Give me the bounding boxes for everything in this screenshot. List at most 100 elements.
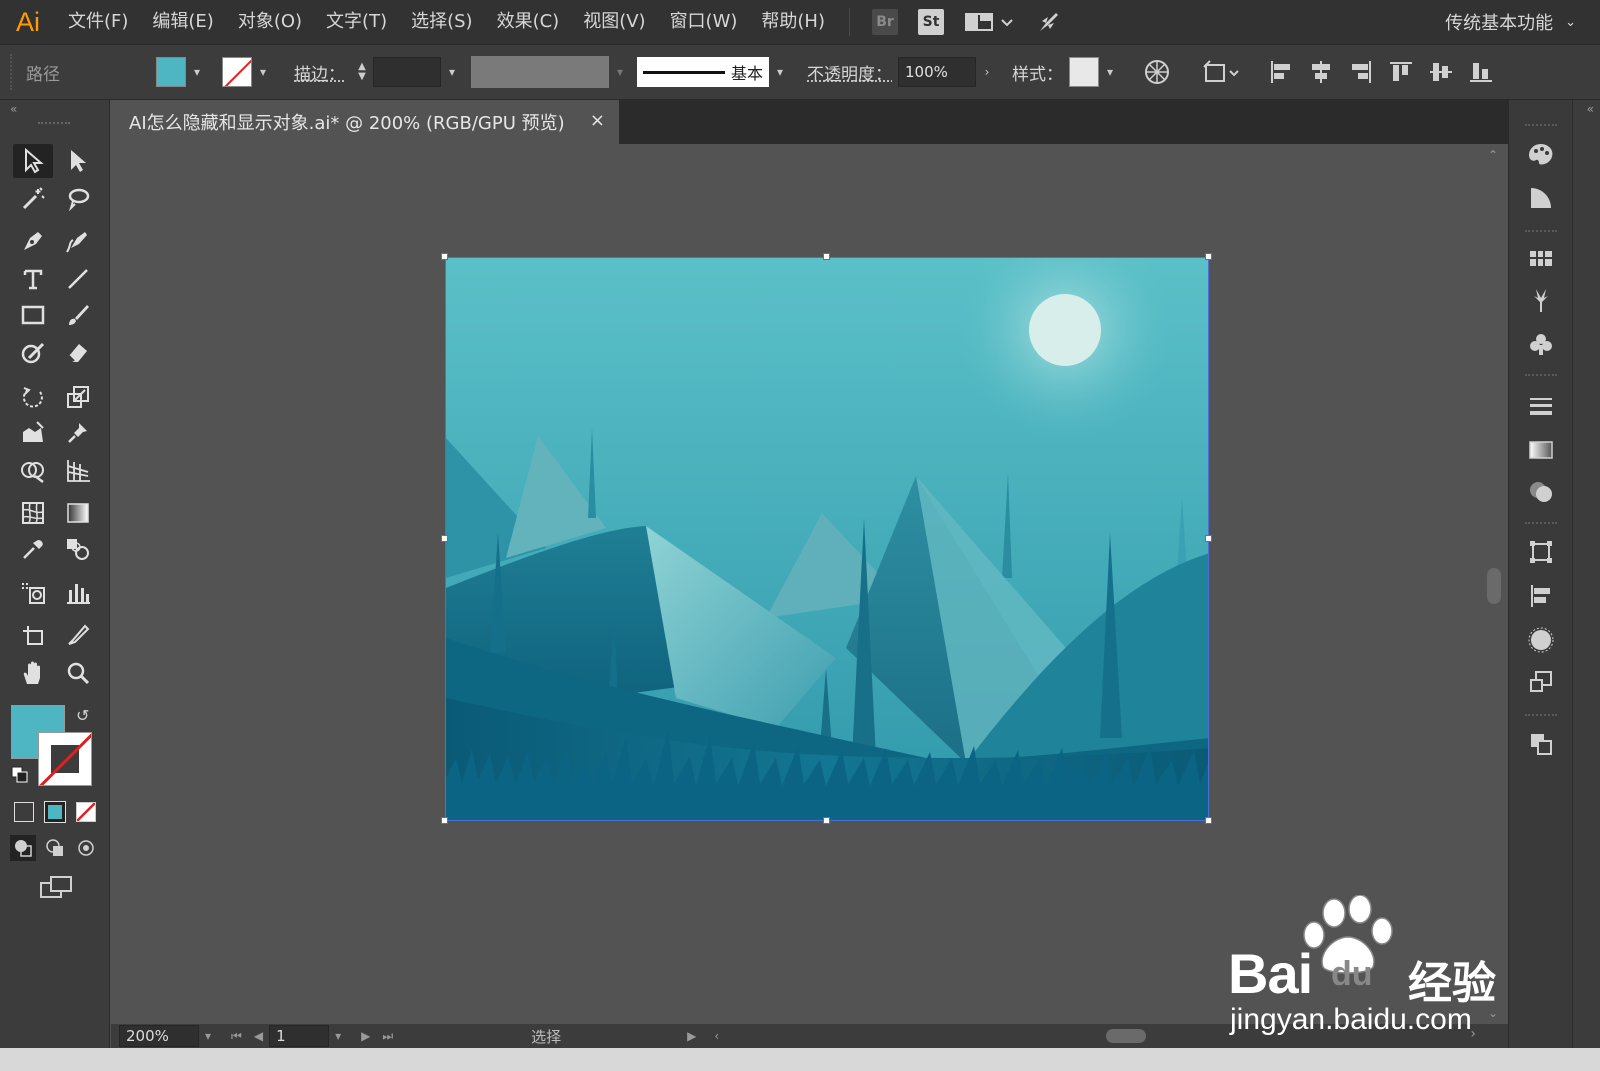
graphic-style-swatch[interactable] — [1069, 57, 1099, 87]
arrange-documents-button[interactable] — [962, 7, 1018, 37]
stroke-weight-dropdown-icon[interactable]: ▾ — [441, 57, 463, 87]
puppet-warp-tool[interactable] — [58, 416, 98, 450]
opacity-arrow-icon[interactable]: › — [976, 57, 998, 87]
next-artboard-icon[interactable]: ▶ — [355, 1029, 376, 1043]
expand-panels-icon[interactable]: « — [1587, 102, 1594, 116]
panel-grip[interactable] — [1525, 230, 1557, 233]
screen-mode-button[interactable] — [36, 870, 76, 904]
selection-handle[interactable] — [1205, 253, 1212, 260]
menu-object[interactable]: 对象(O) — [226, 0, 314, 44]
stroke-label[interactable]: 描边： — [288, 60, 351, 85]
vertical-scrollbar[interactable]: ⌃ ⌄ — [1481, 144, 1508, 1024]
perspective-grid-tool[interactable] — [58, 454, 98, 488]
color-guide-button[interactable] — [1525, 182, 1557, 214]
rectangle-tool[interactable] — [13, 298, 53, 332]
symbols-button[interactable] — [1525, 328, 1557, 360]
color-panel-button[interactable] — [1525, 138, 1557, 170]
selection-handle[interactable] — [441, 817, 448, 824]
type-tool[interactable] — [13, 262, 53, 296]
zoom-tool[interactable] — [58, 656, 98, 690]
previous-artboard-icon[interactable]: ◀ — [248, 1029, 269, 1043]
align-bottom-button[interactable] — [1466, 57, 1496, 87]
hand-tool[interactable] — [13, 656, 53, 690]
workspace-switcher[interactable]: 传统基本功能 ⌄ — [1445, 0, 1576, 44]
selection-handle[interactable] — [823, 253, 830, 260]
align-top-button[interactable] — [1386, 57, 1416, 87]
scroll-up-icon[interactable]: ⌃ — [1488, 148, 1498, 162]
slice-tool[interactable] — [58, 618, 98, 652]
artboard-tool[interactable] — [13, 618, 53, 652]
gradient-tool[interactable] — [58, 496, 98, 530]
menu-help[interactable]: 帮助(H) — [749, 0, 837, 44]
variable-width-profile[interactable] — [471, 56, 609, 88]
selection-handle[interactable] — [823, 817, 830, 824]
brushes-button[interactable] — [1525, 284, 1557, 316]
brush-dropdown-icon[interactable]: ▾ — [769, 57, 791, 87]
stroke-weight-stepper[interactable]: ▲ ▼ — [351, 57, 373, 87]
gradient-mode-button[interactable] — [44, 801, 66, 823]
panel-grip[interactable] — [1525, 522, 1557, 525]
scrollbar-thumb[interactable] — [1487, 568, 1501, 604]
stroke-dropdown-icon[interactable]: ▾ — [252, 57, 274, 87]
status-menu-icon[interactable]: ▶ — [681, 1029, 702, 1043]
curvature-tool[interactable] — [58, 224, 98, 258]
stroke-color-box[interactable] — [38, 732, 92, 786]
artboards-panel-button[interactable] — [1525, 666, 1557, 698]
stroke-weight-field[interactable] — [373, 57, 441, 87]
selection-tool[interactable] — [13, 144, 53, 178]
stroke-swatch[interactable] — [222, 57, 252, 87]
align-left-button[interactable] — [1266, 57, 1296, 87]
none-mode-button[interactable] — [76, 802, 96, 822]
warp-tool[interactable] — [13, 416, 53, 450]
swap-colors-icon[interactable]: ↺ — [76, 706, 89, 725]
transparency-button[interactable] — [1525, 476, 1557, 508]
stock-button[interactable]: St — [916, 7, 946, 37]
zoom-dropdown-icon[interactable]: ▾ — [199, 1029, 217, 1043]
pathfinder-button[interactable] — [1525, 624, 1557, 656]
panel-grip[interactable] — [1525, 124, 1557, 127]
eraser-tool[interactable] — [58, 336, 98, 370]
default-colors-icon[interactable] — [11, 766, 29, 784]
selection-handle[interactable] — [1205, 535, 1212, 542]
last-artboard-icon[interactable]: ⏭ — [376, 1029, 399, 1044]
transform-panel-button[interactable] — [1525, 536, 1557, 568]
column-graph-tool[interactable] — [58, 576, 98, 610]
direct-selection-tool[interactable] — [58, 144, 98, 178]
menu-select[interactable]: 选择(S) — [399, 0, 484, 44]
selection-handle[interactable] — [441, 535, 448, 542]
line-segment-tool[interactable] — [58, 262, 98, 296]
first-artboard-icon[interactable]: ⏮ — [225, 1029, 248, 1044]
bridge-button[interactable]: Br — [870, 7, 900, 37]
eyedropper-tool[interactable] — [13, 532, 53, 566]
rotate-tool[interactable] — [13, 380, 53, 414]
toolbar-grip[interactable] — [38, 122, 70, 126]
layers-button[interactable] — [1525, 728, 1557, 760]
horizontal-scrollbar-thumb[interactable] — [1106, 1029, 1146, 1043]
align-center-button[interactable] — [1306, 57, 1336, 87]
opacity-label[interactable]: 不透明度： — [801, 60, 898, 85]
panel-grip[interactable] — [1525, 374, 1557, 377]
scale-tool[interactable] — [58, 380, 98, 414]
collapse-panel-icon[interactable]: « — [10, 102, 17, 116]
scroll-left-icon[interactable]: ‹ — [708, 1029, 725, 1043]
variable-width-dropdown-icon[interactable]: ▾ — [609, 57, 631, 87]
brush-definition[interactable]: 基本 — [637, 57, 769, 87]
artboard-number-field[interactable]: 1 — [269, 1025, 330, 1047]
zoom-level-field[interactable]: 200% — [119, 1025, 199, 1047]
recolor-artwork-button[interactable] — [1142, 57, 1172, 87]
transform-button[interactable] — [1202, 57, 1242, 87]
color-mode-button[interactable] — [14, 802, 34, 822]
paintbrush-tool[interactable] — [58, 298, 98, 332]
style-dropdown-icon[interactable]: ▾ — [1099, 57, 1121, 87]
draw-normal-button[interactable] — [10, 835, 36, 861]
shaper-tool[interactable] — [13, 336, 53, 370]
mesh-tool[interactable] — [13, 496, 53, 530]
pen-tool[interactable] — [13, 224, 53, 258]
artboard-dropdown-icon[interactable]: ▾ — [329, 1029, 347, 1043]
menu-edit[interactable]: 编辑(E) — [140, 0, 225, 44]
menu-view[interactable]: 视图(V) — [571, 0, 657, 44]
selection-handle[interactable] — [1205, 817, 1212, 824]
close-icon[interactable]: × — [590, 110, 605, 131]
align-panel-button[interactable] — [1525, 580, 1557, 612]
gradient-panel-button[interactable] — [1525, 434, 1557, 466]
